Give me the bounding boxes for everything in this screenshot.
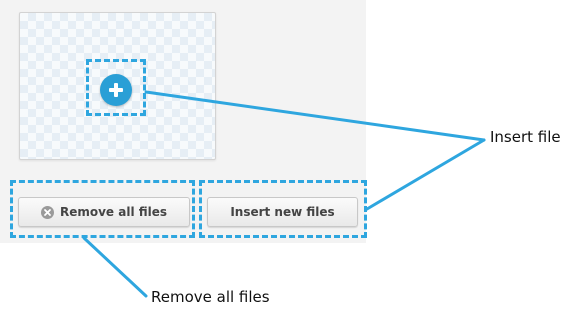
add-file-button[interactable] [100,74,132,106]
x-circle-icon [40,205,54,219]
insert-new-files-button[interactable]: Insert new files [207,197,358,227]
tutorial-canvas: Remove all files Insert new files Insert… [0,0,584,309]
remove-files-connector [82,236,148,298]
insert-file-connector-lower [365,138,486,211]
remove-all-files-label: Remove all files [59,205,168,219]
insert-file-callout: Insert file [490,128,561,146]
plus-icon [107,81,125,99]
insert-new-files-label: Insert new files [230,205,335,219]
remove-all-files-button[interactable]: Remove all files [18,197,190,227]
remove-all-files-callout: Remove all files [151,288,270,306]
